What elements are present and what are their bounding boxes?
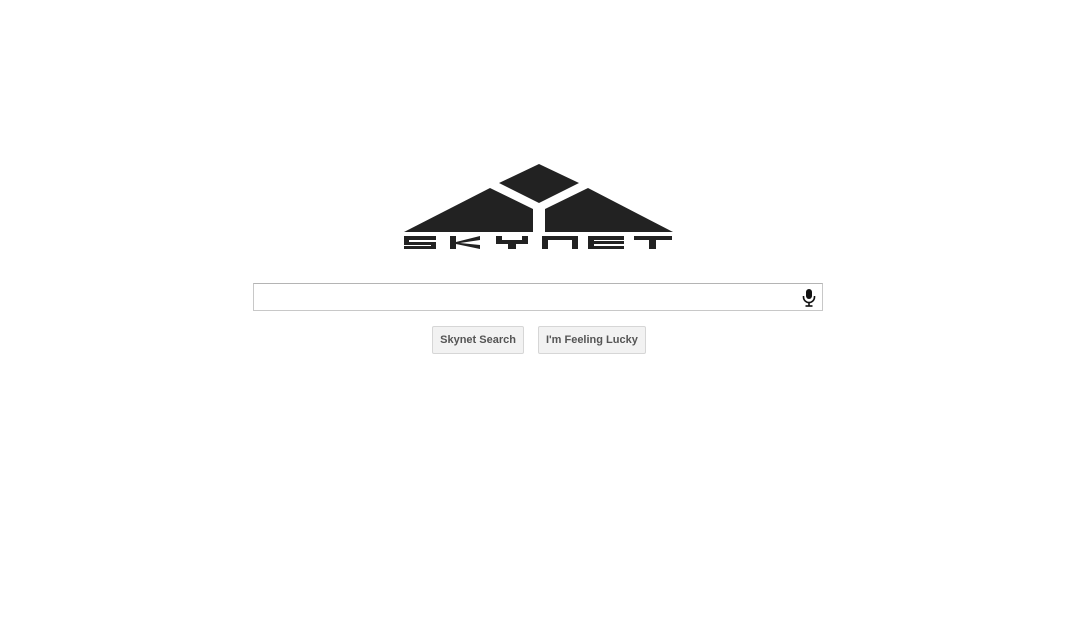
search-button[interactable]: Skynet Search [432,326,524,354]
microphone-icon[interactable] [800,288,818,308]
search-box [253,283,823,311]
search-home-page: Skynet Search I'm Feeling Lucky [0,0,1078,639]
feeling-lucky-button[interactable]: I'm Feeling Lucky [537,326,646,354]
skynet-logo [402,164,674,250]
search-input[interactable] [254,284,794,310]
search-buttons: Skynet Search I'm Feeling Lucky [0,326,1078,354]
